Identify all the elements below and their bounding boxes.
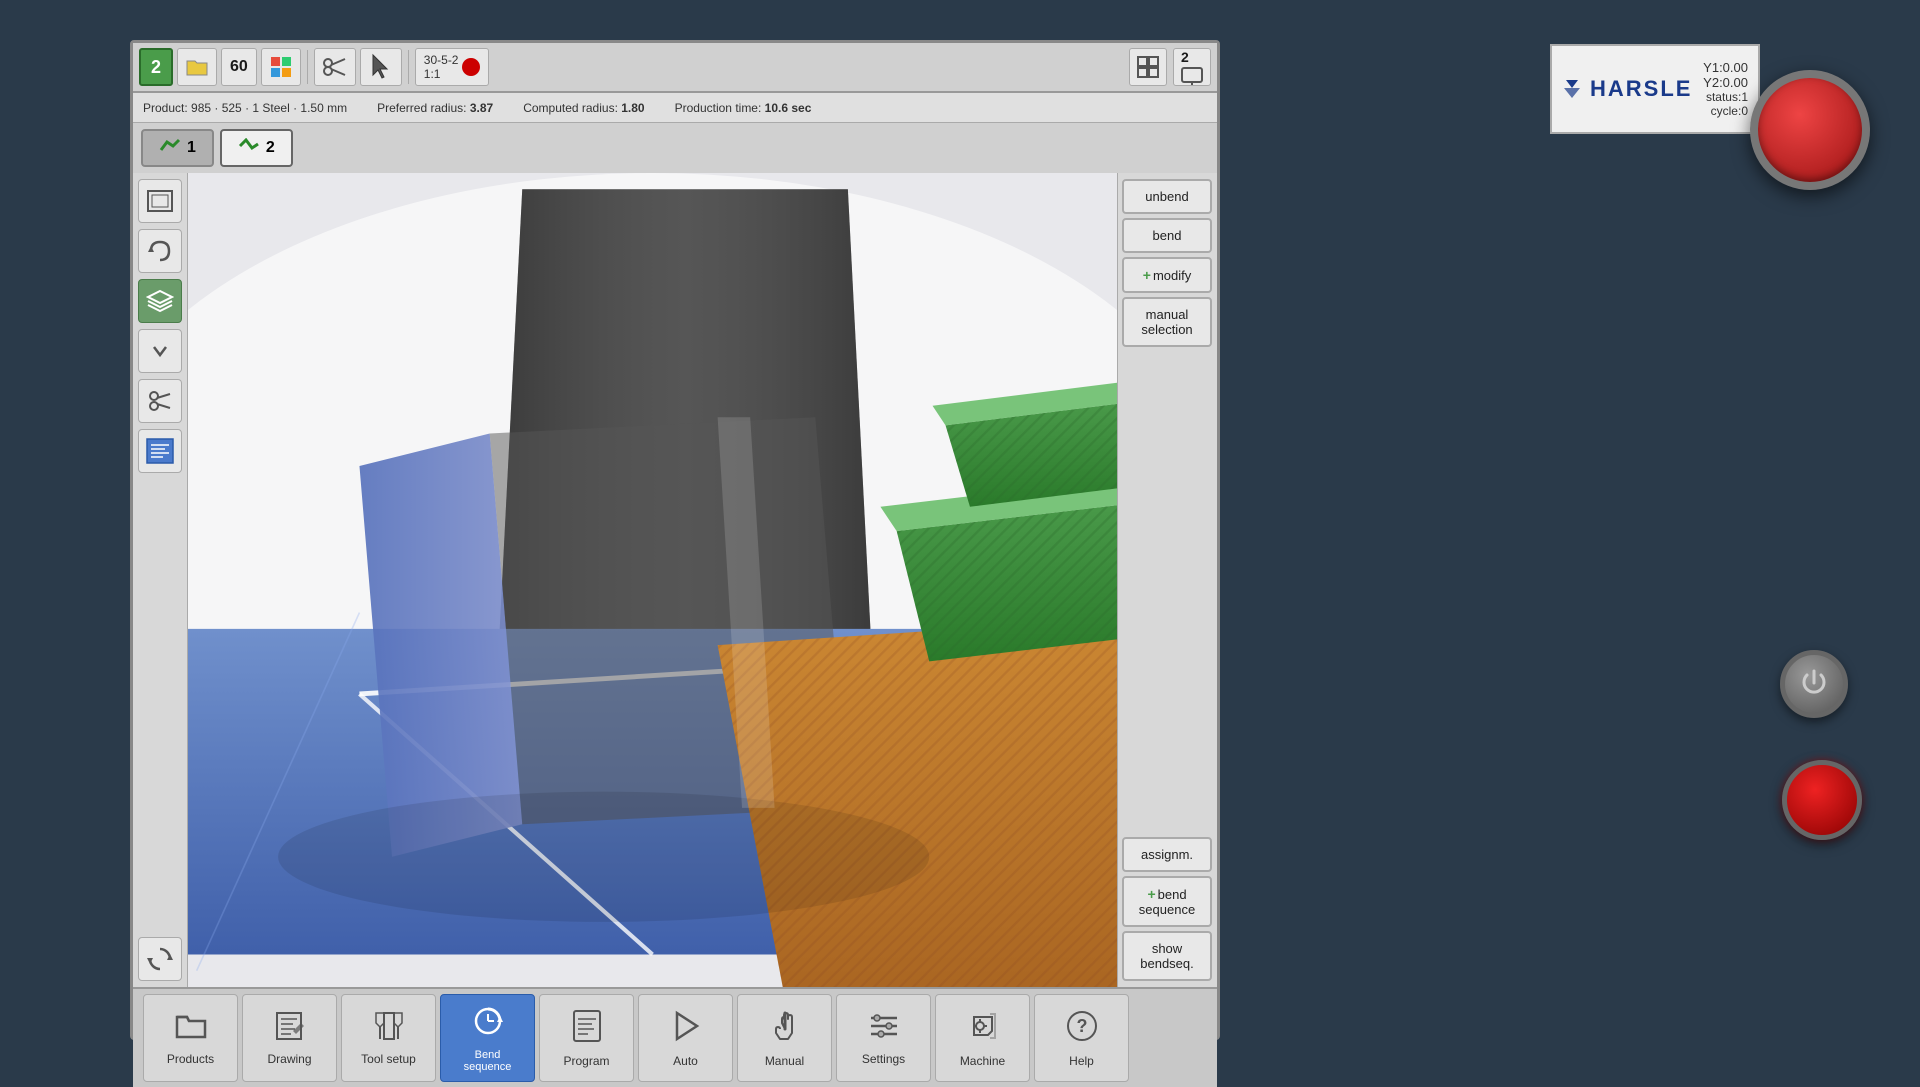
step-number-btn[interactable]: 2 <box>139 48 173 86</box>
right-panel-spacer <box>1122 351 1213 833</box>
step-tab-1-label: 1 <box>187 139 196 157</box>
preferred-radius: Preferred radius: 3.87 <box>377 101 493 115</box>
status-value: status:1 <box>1703 90 1748 104</box>
separator-1 <box>307 50 308 84</box>
unbend-btn[interactable]: unbend <box>1122 179 1212 214</box>
folder-icon-btn[interactable] <box>177 48 217 86</box>
main-screen: 2 60 <box>130 40 1220 1040</box>
power-icon <box>1799 669 1829 699</box>
help-icon: ? <box>1065 1009 1099 1050</box>
monitor-btn[interactable]: 2 <box>1173 48 1211 86</box>
y2-coord: Y2:0.00 <box>1703 75 1748 90</box>
coordinates-display: Y1:0.00 Y2:0.00 <box>1703 60 1748 90</box>
version-group: 30-5-2 1:1 <box>415 48 490 86</box>
step-tab-1[interactable]: 1 <box>141 129 214 167</box>
3d-viewport[interactable] <box>188 173 1117 987</box>
brand-name: HARSLE <box>1562 76 1692 102</box>
rotate-btn[interactable] <box>138 937 182 981</box>
step-tabs-container: 1 2 <box>133 123 1217 173</box>
chevron-down-btn[interactable] <box>138 329 182 373</box>
tool-setup-btn[interactable]: Tool setup <box>341 994 436 1082</box>
assignm-btn[interactable]: assignm. <box>1122 837 1212 872</box>
right-panel: unbend bend +modify manualselection assi… <box>1117 173 1217 987</box>
tool-setup-label: Tool setup <box>361 1052 416 1066</box>
manual-btn[interactable]: Manual <box>737 994 832 1082</box>
toolbar: 2 60 <box>133 43 1217 93</box>
modify-plus: + <box>1143 267 1151 283</box>
products-label: Products <box>167 1052 214 1066</box>
auto-btn[interactable]: Auto <box>638 994 733 1082</box>
drawing-btn[interactable]: Drawing <box>242 994 337 1082</box>
toolbar-right: 2 <box>1129 48 1211 86</box>
harsle-logo: HARSLE <box>1562 76 1692 102</box>
undo-btn[interactable] <box>138 229 182 273</box>
power-btn[interactable] <box>1780 650 1848 718</box>
cycle-value: cycle:0 <box>1703 104 1748 118</box>
temperature-value: 60 <box>230 58 248 76</box>
auto-label: Auto <box>673 1054 698 1068</box>
show-bendseq-btn[interactable]: showbendseq. <box>1122 931 1212 981</box>
drawing-label: Drawing <box>267 1052 311 1066</box>
scissors-icon-btn[interactable] <box>314 48 356 86</box>
program-icon <box>572 1009 602 1050</box>
emergency-stop-btn[interactable] <box>1750 70 1870 190</box>
manual-label: Manual <box>765 1054 804 1068</box>
record-indicator <box>462 58 480 76</box>
scene-canvas <box>188 173 1117 987</box>
machine-icon <box>966 1009 1000 1050</box>
bend-sequence-bottom-btn[interactable]: Bendsequence <box>440 994 535 1082</box>
step2-icon <box>238 138 260 159</box>
left-sidebar <box>133 173 188 987</box>
blueprint-btn[interactable] <box>138 429 182 473</box>
svg-text:?: ? <box>1076 1016 1087 1036</box>
help-label: Help <box>1069 1054 1094 1068</box>
settings-label: Settings <box>862 1052 905 1066</box>
bend-sequence-bottom-label: Bendsequence <box>464 1049 512 1073</box>
help-btn[interactable]: ? Help <box>1034 994 1129 1082</box>
info-bar: Product: 985 · 525 · 1 Steel · 1.50 mm P… <box>133 93 1217 123</box>
machine-label: Machine <box>960 1054 1005 1068</box>
layers-btn[interactable] <box>138 279 182 323</box>
machine-btn[interactable]: Machine <box>935 994 1030 1082</box>
program-label: Program <box>563 1054 609 1068</box>
auto-icon <box>669 1009 703 1050</box>
bend-sequence-btn[interactable]: +bendsequence <box>1122 876 1212 927</box>
step-tab-2[interactable]: 2 <box>220 129 293 167</box>
bend-sequence-icon <box>470 1004 506 1045</box>
cut-view-btn[interactable] <box>138 379 182 423</box>
step1-icon <box>159 138 181 159</box>
settings-icon <box>867 1011 901 1048</box>
status-info: Y1:0.00 Y2:0.00 status:1 cycle:0 <box>1703 60 1748 118</box>
bottom-toolbar: Products Drawing <box>133 987 1217 1087</box>
drawing-icon <box>273 1011 307 1048</box>
logo-panel: HARSLE Y1:0.00 Y2:0.00 status:1 cycle:0 <box>1550 44 1760 134</box>
step-tab-2-label: 2 <box>266 139 275 157</box>
frame-view-btn[interactable] <box>138 179 182 223</box>
manual-icon <box>768 1009 802 1050</box>
manual-selection-btn[interactable]: manualselection <box>1122 297 1212 347</box>
version-text: 30-5-2 1:1 <box>424 53 459 81</box>
settings-btn[interactable]: Settings <box>836 994 931 1082</box>
products-btn[interactable]: Products <box>143 994 238 1082</box>
y1-coord: Y1:0.00 <box>1703 60 1748 75</box>
program-btn[interactable]: Program <box>539 994 634 1082</box>
content-area: unbend bend +modify manualselection assi… <box>133 173 1217 987</box>
grid-view-btn[interactable] <box>1129 48 1167 86</box>
cursor-icon-btn[interactable] <box>360 48 402 86</box>
tool-setup-icon <box>372 1011 406 1048</box>
modify-btn[interactable]: +modify <box>1122 257 1212 293</box>
temperature-group: 60 <box>221 48 257 86</box>
product-info: Product: 985 · 525 · 1 Steel · 1.50 mm <box>143 101 347 115</box>
bend-btn[interactable]: bend <box>1122 218 1212 253</box>
stop-btn[interactable] <box>1782 760 1862 840</box>
production-time: Production time: 10.6 sec <box>675 101 812 115</box>
bend-seq-plus: + <box>1147 886 1155 902</box>
windows-icon-btn[interactable] <box>261 48 301 86</box>
separator-2 <box>408 50 409 84</box>
products-icon <box>173 1011 209 1048</box>
computed-radius: Computed radius: 1.80 <box>523 101 644 115</box>
